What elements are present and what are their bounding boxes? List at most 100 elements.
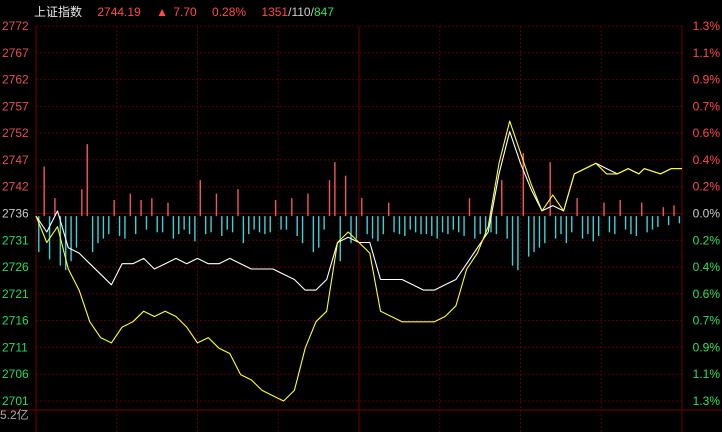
- volume-bar: [118, 216, 121, 236]
- volume-bar: [178, 216, 180, 235]
- volume-bar: [86, 144, 88, 217]
- y-tick-left: 2726: [2, 260, 29, 274]
- volume-bar: [533, 216, 535, 253]
- volume-bar: [474, 216, 476, 239]
- volume-bar: [361, 198, 363, 217]
- volume-bar: [501, 180, 503, 217]
- volume-bar: [420, 216, 422, 235]
- volume-bar: [565, 216, 568, 244]
- intraday-chart: 2772 2767 2762 2757 2752 2747 2742 2736 2731 2726…: [0, 19, 722, 432]
- volume-bar: [457, 216, 460, 233]
- y-tick-right: 1.3%: [693, 19, 721, 33]
- volume-bar: [215, 193, 218, 217]
- volume-bar: [199, 180, 201, 217]
- volume-bar: [554, 216, 557, 239]
- volume-bar: [323, 216, 325, 230]
- volume-bar: [377, 216, 379, 242]
- volume-bar: [318, 216, 320, 248]
- volume-bar: [140, 199, 142, 217]
- volume-bar: [560, 216, 562, 235]
- y-axis-left: 2772 2767 2762 2757 2752 2747 2742 2736 2731 2726…: [2, 19, 29, 408]
- volume-bar: [102, 216, 105, 239]
- volume-bar: [258, 216, 261, 233]
- volume-bar: [221, 216, 223, 236]
- volume-bar: [544, 216, 546, 244]
- y-tick-right: 0.2%: [693, 180, 721, 194]
- volume-bar: [431, 216, 433, 236]
- y-tick-left: 2716: [2, 314, 29, 328]
- y-tick-left: 2736: [2, 207, 29, 221]
- volume-bar: [619, 199, 621, 217]
- volume-bar: [108, 216, 110, 235]
- y-tick-right: 0.4%: [693, 153, 721, 167]
- y-tick-left: 2767: [2, 46, 29, 60]
- volume-bar: [70, 216, 72, 262]
- volume-bar: [425, 216, 428, 235]
- volume-bar: [291, 198, 293, 217]
- y-tick-right: 0.7%: [693, 314, 721, 328]
- y-tick-left: 2721: [2, 287, 29, 301]
- volume-bar: [204, 216, 207, 235]
- volume-bar: [630, 216, 632, 235]
- volume-bar: [129, 193, 132, 217]
- volume-bar: [667, 216, 670, 226]
- volume-bar: [75, 216, 78, 248]
- volume-bar: [641, 202, 643, 217]
- volume-bar: [382, 216, 385, 235]
- y-tick-right: 0.4%: [693, 260, 721, 274]
- y-tick-right: 0.0%: [693, 207, 721, 221]
- volume-bar: [307, 193, 309, 217]
- y-tick-left: 2752: [2, 126, 29, 140]
- volume-bar: [398, 216, 401, 235]
- volume-bar: [409, 216, 411, 230]
- volume-bar: [678, 216, 681, 224]
- volume-bar: [145, 216, 148, 230]
- volume-bar: [183, 216, 185, 230]
- volume-bar: [151, 198, 153, 217]
- volume-bar: [194, 216, 196, 242]
- y-tick-left: 2701: [2, 394, 29, 408]
- volume-bar: [549, 162, 551, 217]
- volume-bar: [97, 216, 99, 244]
- volume-bar: [662, 207, 664, 217]
- volume-bar: [608, 216, 611, 233]
- volume-bar: [538, 216, 541, 248]
- y-tick-left: 2706: [2, 367, 29, 381]
- y-tick-right: 0.6%: [693, 287, 721, 301]
- y-tick-left: 2711: [2, 340, 28, 354]
- volume-bar: [269, 216, 271, 233]
- volume-bar: [581, 216, 584, 239]
- volume-bar: [210, 216, 212, 233]
- volume-bar: [81, 189, 83, 217]
- volume-bar: [436, 216, 438, 239]
- volume-bar: [91, 216, 94, 253]
- volume-bar: [134, 216, 137, 235]
- volume-bar: [161, 216, 164, 233]
- y-tick-right: 0.9%: [693, 73, 721, 87]
- volume-bar: [657, 216, 659, 227]
- volume-bar: [264, 216, 266, 235]
- volume-bar: [597, 216, 600, 236]
- volume-bar: [614, 216, 616, 235]
- volume-bar: [592, 216, 594, 242]
- volume-bar: [355, 216, 358, 239]
- volume-bar: [344, 175, 347, 217]
- volume-bar: [167, 202, 169, 217]
- volume-bar: [468, 198, 471, 217]
- volume-bar: [334, 162, 336, 217]
- volume-bar: [414, 216, 417, 233]
- y-tick-right: 0.6%: [693, 126, 721, 140]
- y-tick-left: 2747: [2, 153, 29, 167]
- volume-bar: [188, 216, 191, 235]
- volume-bar: [43, 166, 45, 217]
- volume-bar: [576, 198, 578, 217]
- y-tick-left: 2731: [2, 233, 29, 247]
- volume-bar: [635, 216, 638, 236]
- chart-stage: { "header": { "index_name": "上证指数", "pri…: [0, 0, 722, 432]
- volume-bar: [371, 216, 374, 239]
- volume-bar: [248, 216, 250, 235]
- y-tick-right: 1.3%: [693, 394, 721, 408]
- y-tick-right: 1.1%: [693, 367, 721, 381]
- volume-bar: [124, 216, 126, 239]
- volume-bar: [603, 202, 605, 217]
